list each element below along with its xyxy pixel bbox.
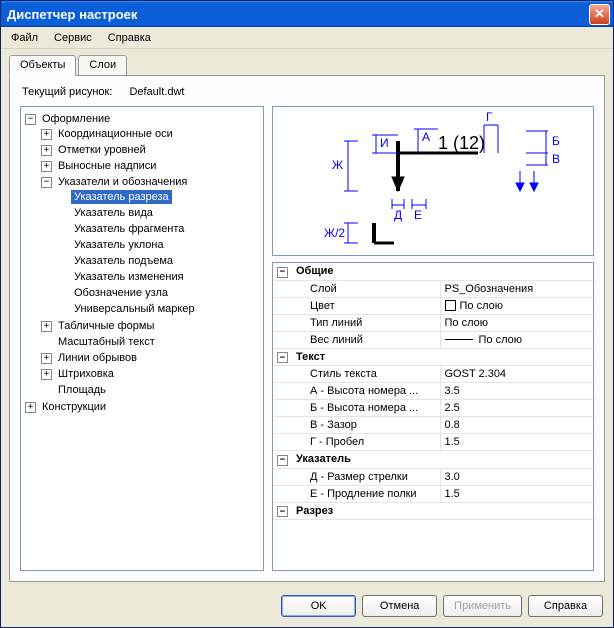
tree-node[interactable]: Указатель изменения [71,270,187,284]
prop-value[interactable]: GOST 2.304 [440,366,593,383]
titlebar: Диспетчер настроек ✕ [1,1,613,27]
collapse-icon[interactable]: − [277,352,288,363]
prop-key: Е - Продление полки [292,485,440,502]
checkbox-icon [445,300,456,311]
menu-service[interactable]: Сервис [48,30,98,46]
tree-node[interactable]: Масштабный текст [55,335,158,349]
tab-layers[interactable]: Слои [78,55,127,76]
group-section: Разрез [292,502,593,520]
tree-node[interactable]: Указатель фрагмента [71,222,187,236]
prop-value[interactable]: По слою [440,297,593,314]
svg-text:Ж: Ж [332,158,343,172]
prop-key: Тип линий [292,314,440,331]
expand-icon[interactable]: − [25,114,36,125]
svg-text:Ж/2: Ж/2 [324,226,345,240]
svg-text:Г: Г [486,111,493,124]
prop-value[interactable]: 1.5 [440,485,593,502]
svg-text:И: И [380,136,389,150]
prop-key: Слой [292,280,440,297]
svg-text:Д: Д [394,208,402,222]
group-general: Общие [292,263,593,280]
prop-value[interactable]: 2.5 [440,400,593,417]
current-drawing-label: Текущий рисунок: [22,86,112,98]
svg-text:Б: Б [552,134,560,148]
svg-text:В: В [552,152,560,166]
prop-key: В - Зазор [292,417,440,434]
group-pointer: Указатель [292,451,593,469]
prop-value[interactable]: PS_Обозначения [440,280,593,297]
tree-node[interactable]: Конструкции [39,400,109,414]
tree-node[interactable]: Указатель подъема [71,254,176,268]
tree-node[interactable]: Табличные формы [55,319,157,333]
tab-panel: Текущий рисунок: Default.dwt −Оформление… [9,75,605,582]
help-button[interactable]: Справка [528,595,603,617]
cancel-button[interactable]: Отмена [362,595,437,617]
apply-button[interactable]: Применить [443,595,522,617]
group-text: Текст [292,348,593,366]
tree-view[interactable]: −Оформление +Координационные оси +Отметк… [20,106,264,571]
expand-icon[interactable]: + [25,402,36,413]
expand-icon[interactable]: + [41,129,52,140]
prop-value[interactable]: По слою [440,314,593,331]
tree-node[interactable]: Координационные оси [55,127,176,141]
tree-node-selected[interactable]: Указатель разреза [71,190,172,204]
line-sample-icon [445,339,473,340]
svg-text:1 (12): 1 (12) [438,133,485,153]
right-column: 1 (12) И А Г Б [272,106,594,571]
menu-help[interactable]: Справка [102,30,157,46]
close-icon: ✕ [594,6,605,22]
tree-node[interactable]: Отметки уровней [55,143,149,157]
prop-key: Стиль текста [292,366,440,383]
tree-node[interactable]: Обозначение узла [71,286,171,300]
current-drawing-value: Default.dwt [129,86,184,98]
expand-icon[interactable]: + [41,161,52,172]
window-title: Диспетчер настроек [7,7,589,22]
tree-node[interactable]: Указатели и обозначения [55,175,190,189]
prop-key: Б - Высота номера ... [292,400,440,417]
button-bar: OK Отмена Применить Справка [1,589,613,627]
prop-value[interactable]: 3.5 [440,383,593,400]
tab-objects[interactable]: Объекты [9,55,76,76]
prop-key: Вес линий [292,331,440,348]
property-scroll[interactable]: −Общие СлойPS_Обозначения ЦветПо слою Ти… [273,263,593,570]
prop-value[interactable]: По слою [440,331,593,348]
expand-icon[interactable]: + [41,369,52,380]
svg-text:Е: Е [414,208,422,222]
collapse-icon[interactable]: − [277,455,288,466]
collapse-icon[interactable]: − [277,506,288,517]
tabstrip: Объекты Слои [9,55,613,76]
svg-text:А: А [422,130,430,144]
prop-value[interactable]: 1.5 [440,434,593,451]
expand-icon[interactable]: + [41,321,52,332]
preview-svg: 1 (12) И А Г Б [288,111,578,251]
tree-node[interactable]: Указатель уклона [71,238,167,252]
tree-node[interactable]: Площадь [55,383,109,397]
expand-icon[interactable]: + [41,145,52,156]
tree-node[interactable]: Выносные надписи [55,159,159,173]
content-area: −Оформление +Координационные оси +Отметк… [20,106,594,571]
tree-node[interactable]: Штриховка [55,367,117,381]
close-button[interactable]: ✕ [589,4,610,25]
expand-icon[interactable]: + [41,353,52,364]
tree-node[interactable]: Линии обрывов [55,351,140,365]
ok-button[interactable]: OK [281,595,356,617]
prop-key: Г - Пробел [292,434,440,451]
tree-node[interactable]: Универсальный маркер [71,302,198,316]
menubar: Файл Сервис Справка [1,27,613,49]
property-grid: −Общие СлойPS_Обозначения ЦветПо слою Ти… [272,262,594,571]
expand-icon[interactable]: − [41,177,52,188]
window-root: Диспетчер настроек ✕ Файл Сервис Справка… [0,0,614,628]
prop-key: Цвет [292,297,440,314]
tree-node[interactable]: Оформление [39,112,113,126]
collapse-icon[interactable]: − [277,267,288,278]
prop-value[interactable]: 0.8 [440,417,593,434]
preview-pane: 1 (12) И А Г Б [272,106,594,256]
menu-file[interactable]: Файл [5,30,44,46]
tree-node[interactable]: Указатель вида [71,206,156,220]
prop-value[interactable]: 3.0 [440,468,593,485]
prop-key: А - Высота номера ... [292,383,440,400]
current-drawing-row: Текущий рисунок: Default.dwt [22,86,594,98]
prop-key: Д - Размер стрелки [292,468,440,485]
